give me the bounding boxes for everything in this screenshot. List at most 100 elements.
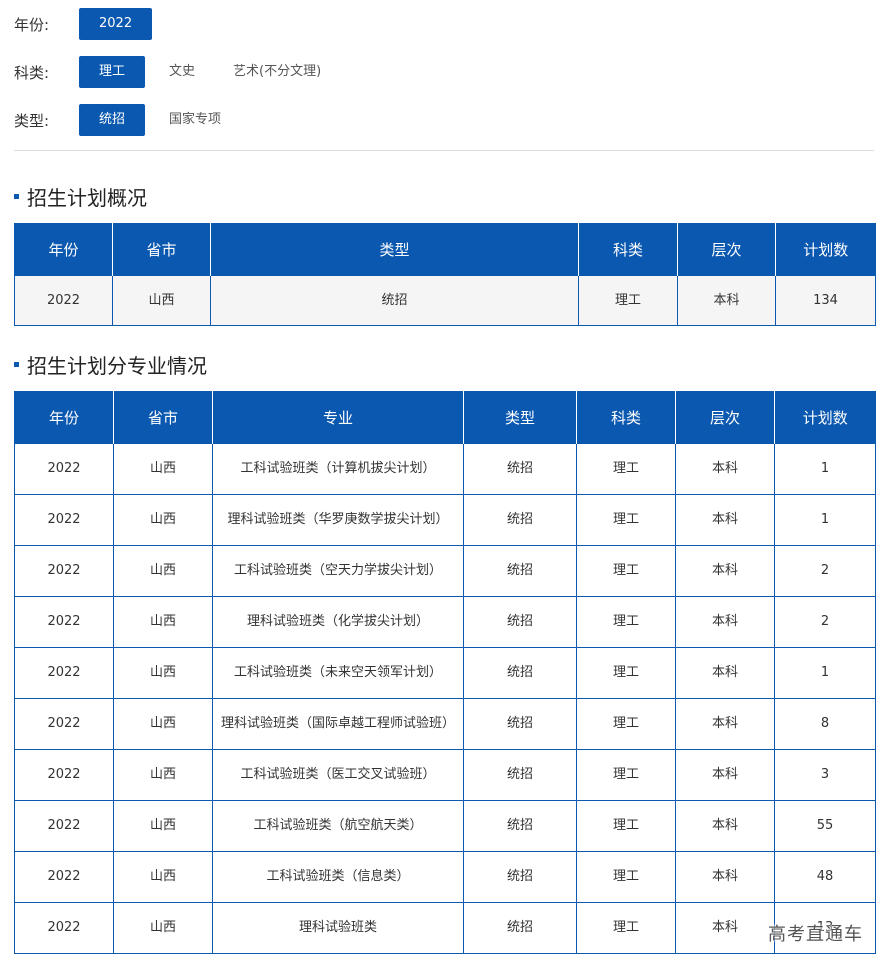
watermark: 高考直通车 <box>768 924 863 945</box>
table-cell: 统招 <box>463 698 577 750</box>
section-bullet-icon <box>14 362 19 367</box>
table-cell: 统招 <box>463 902 577 954</box>
overview-table: 年份 省市 类型 科类 层次 计划数 2022 山西 统招 理工 本科 134 <box>14 223 876 326</box>
table-cell: 理工 <box>576 800 676 852</box>
majors-header-cell: 类型 <box>463 391 577 444</box>
table-cell: 山西 <box>113 647 213 699</box>
table-cell: 理科试验班类（化学拔尖计划） <box>212 596 464 648</box>
table-row: 2022 山西 工科试验班类（信息类） 统招 理工 本科 48 <box>14 851 876 903</box>
overview-header-cell: 计划数 <box>775 223 876 276</box>
table-cell: 工科试验班类（信息类） <box>212 851 464 903</box>
filter-year-label: 年份: <box>14 15 50 34</box>
table-cell: 2022 <box>14 596 114 648</box>
filter-subject-label: 科类: <box>14 63 50 82</box>
table-cell: 理工 <box>576 749 676 801</box>
table-row: 2022 山西 理科试验班类（华罗庚数学拔尖计划） 统招 理工 本科 1 <box>14 494 876 546</box>
table-cell: 1 <box>774 647 876 699</box>
table-cell: 1 <box>774 443 876 495</box>
filter-type: 类型: 统招 国家专项 <box>14 104 245 136</box>
table-row: 2022 山西 理科试验班类（国际卓越工程师试验班） 统招 理工 本科 8 <box>14 698 876 750</box>
table-cell: 2022 <box>14 494 114 546</box>
overview-header-cell: 省市 <box>112 223 211 276</box>
table-cell: 2022 <box>14 851 114 903</box>
overview-title-text: 招生计划概况 <box>27 186 147 210</box>
table-row: 2022 山西 工科试验班类（医工交叉试验班） 统招 理工 本科 3 <box>14 749 876 801</box>
table-row: 2022 山西 统招 理工 本科 134 <box>14 275 876 326</box>
majors-header-row: 年份 省市 专业 类型 科类 层次 计划数 <box>14 391 876 444</box>
table-cell: 统招 <box>463 749 577 801</box>
filter-year: 年份: 2022 <box>14 8 162 40</box>
table-cell: 本科 <box>675 851 775 903</box>
table-cell: 山西 <box>113 749 213 801</box>
table-cell: 统招 <box>210 275 579 326</box>
overview-header-cell: 类型 <box>210 223 579 276</box>
table-row: 2022 山西 理科试验班类 统招 理工 本科 13 <box>14 902 876 954</box>
table-cell: 本科 <box>677 275 776 326</box>
table-cell: 山西 <box>113 851 213 903</box>
majors-section-title: 招生计划分专业情况 <box>14 350 207 379</box>
table-cell: 本科 <box>675 647 775 699</box>
table-cell: 山西 <box>113 596 213 648</box>
overview-section-title: 招生计划概况 <box>14 182 147 211</box>
filter-year-option-2022[interactable]: 2022 <box>79 8 153 40</box>
table-cell: 理工 <box>576 647 676 699</box>
table-cell: 统招 <box>463 851 577 903</box>
filter-subject-option-arts[interactable]: 文史 <box>155 56 209 88</box>
table-cell: 本科 <box>675 494 775 546</box>
table-cell: 2022 <box>14 698 114 750</box>
table-cell: 理工 <box>578 275 678 326</box>
table-cell: 48 <box>774 851 876 903</box>
table-cell: 2 <box>774 596 876 648</box>
table-cell: 2022 <box>14 647 114 699</box>
filter-subject-option-art[interactable]: 艺术(不分文理) <box>219 56 335 88</box>
table-row: 2022 山西 工科试验班类（未来空天领军计划） 统招 理工 本科 1 <box>14 647 876 699</box>
table-cell: 134 <box>775 275 876 326</box>
table-cell: 工科试验班类（空天力学拔尖计划） <box>212 545 464 597</box>
table-cell: 2022 <box>14 800 114 852</box>
table-cell: 理工 <box>576 443 676 495</box>
table-row: 2022 山西 工科试验班类（空天力学拔尖计划） 统招 理工 本科 2 <box>14 545 876 597</box>
table-cell: 山西 <box>113 545 213 597</box>
table-cell: 统招 <box>463 647 577 699</box>
table-cell: 55 <box>774 800 876 852</box>
majors-header-cell: 层次 <box>675 391 775 444</box>
table-cell: 理工 <box>576 851 676 903</box>
overview-header-cell: 科类 <box>578 223 678 276</box>
table-row: 2022 山西 工科试验班类（计算机拔尖计划） 统招 理工 本科 1 <box>14 443 876 495</box>
overview-header-cell: 层次 <box>677 223 776 276</box>
table-cell: 统招 <box>463 800 577 852</box>
table-cell: 统招 <box>463 443 577 495</box>
section-bullet-icon <box>14 194 19 199</box>
table-cell: 理科试验班类（国际卓越工程师试验班） <box>212 698 464 750</box>
table-cell: 3 <box>774 749 876 801</box>
overview-header-cell: 年份 <box>14 223 113 276</box>
filter-subject: 科类: 理工 文史 艺术(不分文理) <box>14 56 345 88</box>
majors-header-cell: 专业 <box>212 391 464 444</box>
table-cell: 2022 <box>14 275 113 326</box>
table-cell: 本科 <box>675 800 775 852</box>
table-cell: 工科试验班类（医工交叉试验班） <box>212 749 464 801</box>
filter-type-option-national[interactable]: 国家专项 <box>155 104 235 136</box>
filter-subject-option-science[interactable]: 理工 <box>79 56 146 88</box>
table-cell: 山西 <box>113 443 213 495</box>
table-cell: 理科试验班类（华罗庚数学拔尖计划） <box>212 494 464 546</box>
majors-header-cell: 省市 <box>113 391 213 444</box>
table-cell: 理工 <box>576 902 676 954</box>
table-cell: 山西 <box>113 494 213 546</box>
table-cell: 1 <box>774 494 876 546</box>
table-cell: 理工 <box>576 545 676 597</box>
table-cell: 统招 <box>463 596 577 648</box>
divider <box>14 150 874 151</box>
table-cell: 2022 <box>14 443 114 495</box>
table-cell: 统招 <box>463 545 577 597</box>
table-row: 2022 山西 工科试验班类（航空航天类） 统招 理工 本科 55 <box>14 800 876 852</box>
table-cell: 本科 <box>675 443 775 495</box>
table-cell: 2 <box>774 545 876 597</box>
table-cell: 山西 <box>112 275 211 326</box>
majors-table: 年份 省市 专业 类型 科类 层次 计划数 2022 山西 工科试验班类（计算机拔尖计划） 统招理… <box>14 391 876 954</box>
table-cell: 山西 <box>113 902 213 954</box>
table-cell: 山西 <box>113 800 213 852</box>
majors-body: 2022 山西 工科试验班类（计算机拔尖计划） 统招 理工 本科 1 2022 山西 理科试验班类… <box>14 443 876 954</box>
table-cell: 2022 <box>14 749 114 801</box>
filter-type-option-general[interactable]: 统招 <box>79 104 146 136</box>
